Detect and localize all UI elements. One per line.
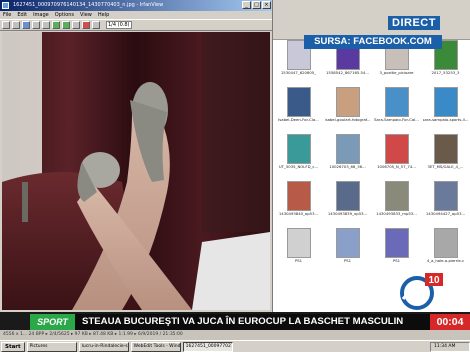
thumbnail-item[interactable]: PS1 [324,228,371,270]
channel-number: 10 [428,275,440,286]
viewer-titlebar[interactable]: 1627451_000970976140134_1430770403_n.jpg… [0,0,272,11]
thumbnail-item[interactable]: PS1 [373,228,420,270]
previous-icon[interactable] [52,21,60,29]
thumbnail-label: 1430493839_up53... [327,211,368,216]
print-icon[interactable] [92,21,100,29]
thumbnail-image[interactable] [335,181,360,211]
viewer-toolbar: 1/4 (0.8) [0,19,272,31]
viewer-status-bar: 4556 x 1... 24 BPP ▸ 2/4/5625 ▸ 97 KB ▸ … [0,330,470,340]
info-icon[interactable] [22,21,30,29]
thumbnail-image[interactable] [384,228,409,258]
thumbnail-item[interactable]: UT_5035_NOLFD_c... [275,134,322,176]
ticker-clock: 00:04 [430,314,470,330]
menu-file[interactable]: File [3,11,11,19]
thumbnail-item[interactable]: 1430493839_up53... [324,181,371,223]
thumbnail-label: 4_a_hale-a-pierrie-c [426,258,465,263]
thumbnail-image[interactable] [286,134,311,164]
menu-view[interactable]: View [80,11,92,19]
displayed-photo [2,32,270,310]
thumbnail-image[interactable] [335,228,360,258]
thumbnail-label: PS1 [294,258,303,263]
thumbnail-item[interactable]: Sara-Sampaio-For-Cal... [373,87,420,129]
thumbnail-item[interactable]: Isabel-Deen-For-Cla... [275,87,322,129]
window-controls: _ □ × [242,1,271,9]
thumbnail-label: 3ET_MS/GALE_4_... [427,164,464,169]
thumbnail-image[interactable] [286,228,311,258]
thumbnail-label: PS1 [392,258,401,263]
delete-icon[interactable] [82,21,90,29]
viewer-title: 1627451_000970976140134_1430770403_n.jpg… [13,2,164,8]
thumbnail-label: isabel-goulart-fotograf... [324,117,371,122]
thumbnail-image[interactable] [433,228,458,258]
taskbar-item-pictures[interactable]: Pictures [26,341,77,352]
thumbnail-image[interactable] [335,134,360,164]
live-badge: DIRECT [388,16,440,30]
irfanview-icon [2,2,9,9]
thumbnail-label: 3_pozitie_picioare [379,70,414,75]
thumbnail-item[interactable]: 10026703_66_36... [324,134,371,176]
thumbnail-image[interactable] [384,181,409,211]
thumbnail-item[interactable]: PS1 [275,228,322,270]
menu-image[interactable]: Image [33,11,49,19]
zoom-out-icon[interactable] [42,21,50,29]
thumbnail-label: 1430494427_op53... [425,211,466,216]
thumbnail-label: 1006705_N_57_74... [377,164,416,169]
thumbnail-item[interactable]: 1430493840_op53... [275,181,322,223]
thumbnail-image[interactable] [335,87,360,117]
system-tray-clock: 11:34 AM [430,341,470,352]
thumbnail-item[interactable]: 1430493833_mp53... [373,181,420,223]
thumbnail-image[interactable] [433,134,458,164]
copy-icon[interactable] [72,21,80,29]
thumbnail-label: 1530447_620605_ [280,70,317,75]
zoom-in-icon[interactable] [32,21,40,29]
thumbnail-label: UT_5035_NOLFD_c... [278,164,319,169]
thumbnail-image[interactable] [286,87,311,117]
thumbnail-image[interactable] [433,87,458,117]
thumbnail-item[interactable]: isabel-goulart-fotograf... [324,87,371,129]
zoom-field[interactable]: 1/4 (0.8) [106,21,132,29]
ticker-category: SPORT [30,314,75,330]
maximize-button[interactable]: □ [252,1,261,9]
menu-edit[interactable]: Edit [17,11,27,19]
ticker-headline: STEAUA BUCUREŞTI VA JUCA ÎN EUROCUP LA B… [75,314,430,330]
thumbnail-label: Sara-Sampaio-For-Cal... [374,117,419,122]
thumbnail-image[interactable] [433,181,458,211]
source-badge: SURSA: FACEBOOK.COM [304,35,442,49]
thumbnail-item[interactable]: 1430494427_op53... [422,181,469,223]
thumbnail-label: PS1 [343,258,352,263]
minimize-button[interactable]: _ [242,1,251,9]
thumbnail-label: 1558542_867165.54... [326,70,369,75]
thumbnail-label: 2017_53253_3 [431,70,460,75]
taskbar-item-document[interactable]: lucru-in-Rindalecie-sap [78,341,129,352]
thumbnail-image[interactable] [384,134,409,164]
legs-photo-illustration [2,32,270,310]
thumbnail-label: 1430493833_mp53... [376,211,417,216]
thumbnail-label: sara-sampaio-sports-il... [422,117,469,122]
taskbar-item-irfanview[interactable]: 1627451_0009770279 [182,341,233,352]
save-icon[interactable] [12,21,20,29]
file-browser-header [273,0,470,40]
thumbnail-grid: 1530447_620605_ 1558542_867165.54... 3_poz… [273,40,470,270]
start-button[interactable]: Start [1,341,25,352]
windows-taskbar: Start Pictures lucru-in-Rindalecie-sap W… [0,340,470,352]
thumbnail-item[interactable]: 1006705_N_57_74... [373,134,420,176]
menu-options[interactable]: Options [55,11,74,19]
thumbnail-item[interactable]: 4_a_hale-a-pierrie-c [422,228,469,270]
menu-help[interactable]: Help [98,11,109,19]
thumbnail-image[interactable] [384,87,409,117]
close-button[interactable]: × [262,1,271,9]
thumbnail-label: 10026703_66_36... [329,164,366,169]
taskbar-item-webedit[interactable]: WebEdit Tools - Window [130,341,181,352]
image-viewer-window: 1627451_000970976140134_1430770403_n.jpg… [0,0,273,312]
thumbnail-item[interactable]: 3ET_MS/GALE_4_... [422,134,469,176]
thumbnail-label: 1430493840_op53... [278,211,319,216]
channel-logo: 10 [400,273,443,310]
thumbnail-item[interactable]: sara-sampaio-sports-il... [422,87,469,129]
thumbnail-image[interactable] [286,181,311,211]
thumbnail-label: Isabel-Deen-For-Cla... [278,117,319,122]
viewer-menubar: File Edit Image Options View Help [0,11,272,19]
open-icon[interactable] [2,21,10,29]
news-ticker: SPORT STEAUA BUCUREŞTI VA JUCA ÎN EUROCU… [30,314,470,330]
next-icon[interactable] [62,21,70,29]
